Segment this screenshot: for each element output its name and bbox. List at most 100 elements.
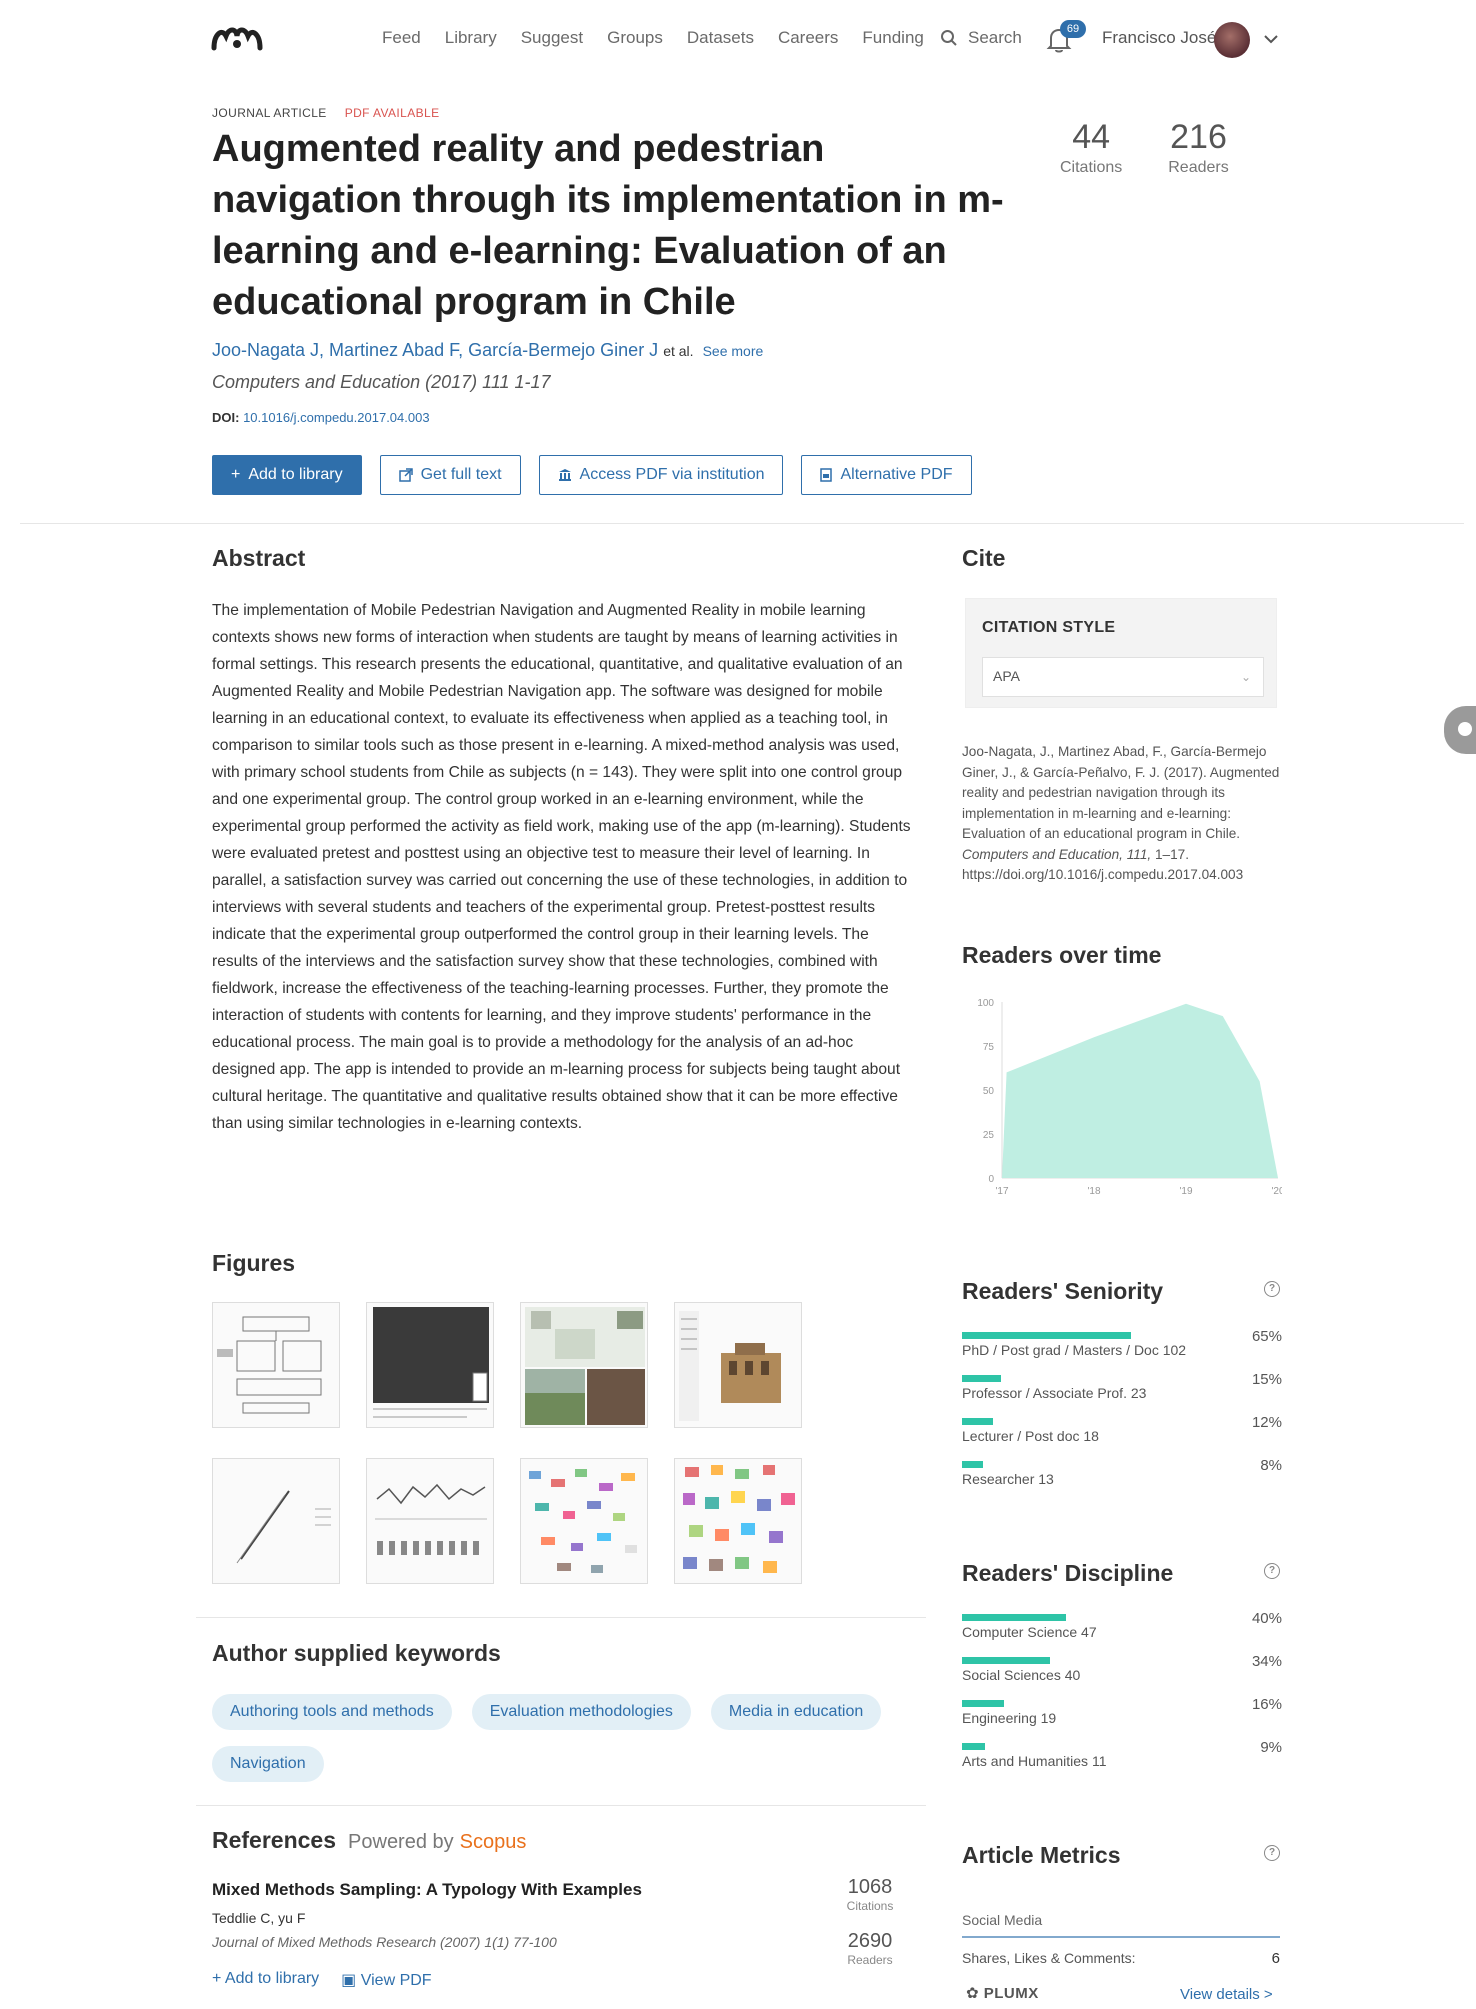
seniority-bar-row: PhD / Post grad / Masters / Doc 102 65% — [962, 1328, 1282, 1371]
mendeley-logo-icon[interactable] — [210, 22, 264, 52]
seniority-bar-label: Professor / Associate Prof. 23 — [962, 1385, 1147, 1401]
user-name[interactable]: Francisco José — [1102, 28, 1216, 48]
shares-likes-value: 6 — [1271, 1950, 1280, 1967]
alternative-pdf-button[interactable]: Alternative PDF — [801, 455, 972, 495]
keyword-chip[interactable]: Authoring tools and methods — [212, 1694, 452, 1730]
nav-feed[interactable]: Feed — [382, 28, 421, 48]
readers-over-time-chart: 0 25 50 75 100 '17 '18 '19 '20 — [977, 998, 1282, 1197]
reference-view-pdf-label: View PDF — [360, 1972, 432, 1989]
figures-grid — [212, 1302, 832, 1584]
journal-citation: Computers and Education (2017) 111 1-17 — [212, 372, 551, 392]
keyword-chip[interactable]: Evaluation methodologies — [471, 1694, 691, 1730]
get-full-text-button[interactable]: Get full text — [379, 455, 521, 495]
seniority-bar-label: Lecturer / Post doc 18 — [962, 1428, 1099, 1444]
reference-citations-label: Citations — [846, 1899, 894, 1913]
keywords-heading: Author supplied keywords — [212, 1640, 501, 1666]
figure-thumbnail-7[interactable] — [520, 1458, 648, 1584]
discipline-bar-percent: 9% — [1260, 1739, 1282, 1756]
references-heading: References — [212, 1827, 337, 1853]
feedback-tab[interactable] — [1444, 706, 1476, 754]
notifications-badge: 69 — [1060, 20, 1086, 38]
nav-careers[interactable]: Careers — [778, 28, 838, 48]
keyword-chip[interactable]: Media in education — [710, 1694, 882, 1730]
readers-count: 216 — [1170, 118, 1227, 156]
citation-style-select[interactable]: APA ⌄ — [982, 657, 1264, 697]
keyword-chip[interactable]: Navigation — [212, 1746, 324, 1782]
add-to-library-button[interactable]: + Add to library — [212, 455, 362, 495]
citations-label: Citations — [1060, 159, 1123, 176]
abstract-heading: Abstract — [212, 545, 306, 571]
chevron-down-icon: ⌄ — [1240, 670, 1251, 684]
pdf-available-label: PDF AVAILABLE — [344, 106, 440, 120]
nav-groups[interactable]: Groups — [607, 28, 663, 48]
chart-y-tick-label: 0 — [988, 1174, 994, 1185]
nav-library[interactable]: Library — [445, 28, 497, 48]
readers-seniority-heading: Readers' Seniority — [962, 1278, 1164, 1304]
discipline-bar-label: Engineering 19 — [962, 1710, 1057, 1726]
top-navigation: Feed Library Suggest Groups Datasets Car… — [0, 0, 1476, 84]
reference-title[interactable]: Mixed Methods Sampling: A Typology With … — [212, 1880, 642, 1900]
scopus-link[interactable]: Scopus — [460, 1831, 527, 1854]
help-icon[interactable]: ? — [1264, 1563, 1280, 1579]
reference-readers-count: 2690 — [847, 1930, 893, 1952]
keywords-list: Authoring tools and methods Evaluation m… — [212, 1694, 932, 1782]
figure-thumbnail-5[interactable] — [212, 1458, 340, 1584]
nav-datasets[interactable]: Datasets — [687, 28, 754, 48]
article-actions: + Add to library Get full text Access PD… — [212, 455, 972, 495]
search-button[interactable]: Search — [940, 28, 1022, 48]
reference-view-pdf-link[interactable]: ▣ View PDF — [341, 1970, 431, 1990]
article-metrics-heading: Article Metrics — [962, 1842, 1121, 1868]
reference-add-to-library-link[interactable]: + Add to library — [212, 1970, 319, 1990]
et-al-text: et al. — [663, 343, 694, 359]
help-icon[interactable]: ? — [1264, 1845, 1280, 1861]
figures-heading: Figures — [212, 1250, 296, 1276]
shares-likes-label: Shares, Likes & Comments: — [962, 1950, 1136, 1966]
powered-by-text: Powered by — [348, 1831, 454, 1853]
access-pdf-institution-button[interactable]: Access PDF via institution — [538, 455, 784, 495]
avatar[interactable] — [1214, 22, 1250, 58]
see-more-link[interactable]: See more — [703, 343, 764, 359]
doi-link[interactable]: 10.1016/j.compedu.2017.04.003 — [243, 410, 430, 425]
figure-thumbnail-1[interactable] — [212, 1302, 340, 1428]
figure-thumbnail-4[interactable] — [674, 1302, 802, 1428]
help-icon[interactable]: ? — [1264, 1281, 1280, 1297]
figure-thumbnail-6[interactable] — [366, 1458, 494, 1584]
section-divider — [196, 1617, 926, 1618]
figure-thumbnail-2[interactable] — [366, 1302, 494, 1428]
header-divider — [20, 523, 1464, 524]
doi-label: DOI: — [212, 410, 240, 425]
chart-x-tick-label: '18 — [1087, 1186, 1100, 1197]
doi-line: DOI: 10.1016/j.compedu.2017.04.003 — [212, 410, 430, 425]
plumx-label: PLUMX — [983, 1985, 1039, 2002]
seniority-bar-fill — [962, 1375, 1001, 1382]
seniority-bar-percent: 15% — [1251, 1371, 1282, 1388]
seniority-bars: PhD / Post grad / Masters / Doc 102 65% Pr… — [962, 1328, 1282, 1500]
discipline-bar-fill — [962, 1743, 986, 1750]
discipline-bar-row: Social Sciences 40 34% — [962, 1653, 1282, 1696]
nav-funding[interactable]: Funding — [862, 28, 923, 48]
metrics-divider — [962, 1936, 1280, 1938]
plumx-logo: ✿ PLUMX — [966, 1984, 1039, 2002]
citation-style-value: APA — [993, 668, 1020, 684]
nav-suggest[interactable]: Suggest — [521, 28, 583, 48]
reference-citations-stat: 1068 Citations — [830, 1876, 910, 1913]
citations-stat: 44 Citations — [1060, 118, 1122, 177]
reference-authors: Teddlie C, yu F — [212, 1910, 306, 1926]
citation-style-panel: CITATION STYLE APA ⌄ — [965, 598, 1277, 708]
reference-journal: Journal of Mixed Methods Research (2007)… — [212, 1934, 557, 1950]
chevron-down-icon[interactable] — [1262, 30, 1280, 48]
figure-thumbnail-8[interactable] — [674, 1458, 802, 1584]
institution-icon — [558, 469, 571, 481]
citations-count: 44 — [1072, 118, 1111, 156]
cite-heading: Cite — [962, 545, 1006, 571]
view-details-link[interactable]: View details > — [1180, 1986, 1273, 2003]
article-meta: JOURNAL ARTICLE PDF AVAILABLE — [212, 106, 440, 120]
discipline-bar-row: Engineering 19 16% — [962, 1696, 1282, 1739]
plus-icon: + — [231, 466, 241, 483]
figure-thumbnail-3[interactable] — [520, 1302, 648, 1428]
authors-link[interactable]: Joo-Nagata J, Martinez Abad F, García-Be… — [212, 340, 658, 360]
readers-over-time-heading: Readers over time — [962, 942, 1162, 968]
readers-label: Readers — [1168, 159, 1229, 176]
discipline-bar-percent: 16% — [1251, 1696, 1282, 1713]
pdf-icon — [820, 468, 833, 482]
